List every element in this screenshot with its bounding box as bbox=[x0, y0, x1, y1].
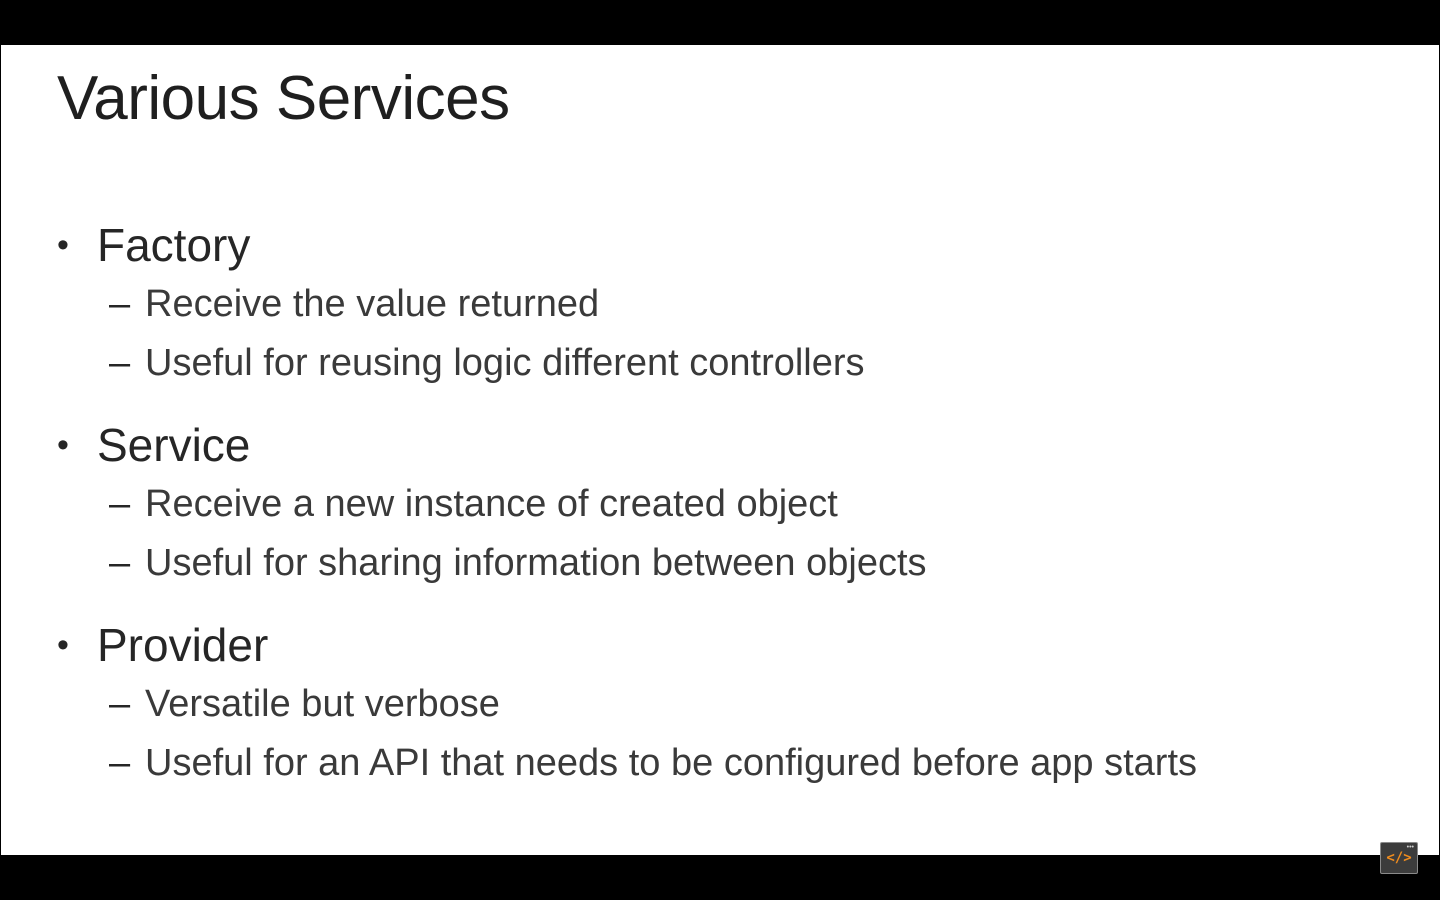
slide: Various Services • Factory – Receive the… bbox=[1, 45, 1439, 855]
bullet-label: Service bbox=[97, 419, 251, 471]
bullet-dot-icon: • bbox=[57, 225, 69, 264]
sub-list: – Receive the value returned – Useful fo… bbox=[57, 275, 1197, 393]
bullet-factory: • Factory – Receive the value returned –… bbox=[57, 215, 1197, 393]
sub-item-text: Useful for an API that needs to be confi… bbox=[145, 742, 1197, 784]
dash-icon: – bbox=[109, 542, 131, 584]
dash-icon: – bbox=[109, 342, 131, 384]
sub-list: – Receive a new instance of created obje… bbox=[57, 475, 1197, 593]
dash-icon: – bbox=[109, 683, 131, 725]
dash-icon: – bbox=[109, 742, 131, 784]
sub-item: – Versatile but verbose bbox=[109, 675, 1197, 734]
sub-item: – Useful for sharing information between… bbox=[109, 534, 1197, 593]
sub-item-text: Receive a new instance of created object bbox=[145, 483, 838, 525]
bullet-provider: • Provider – Versatile but verbose – Use… bbox=[57, 615, 1197, 793]
bullet-label: Provider bbox=[97, 619, 269, 671]
sub-item: – Receive a new instance of created obje… bbox=[109, 475, 1197, 534]
sub-item-text: Versatile but verbose bbox=[145, 683, 500, 725]
sub-item-text: Useful for reusing logic different contr… bbox=[145, 342, 865, 384]
sub-list: – Versatile but verbose – Useful for an … bbox=[57, 675, 1197, 793]
bullet-dot-icon: • bbox=[57, 425, 69, 464]
sub-item: – Receive the value returned bbox=[109, 275, 1197, 334]
sub-item: – Useful for reusing logic different con… bbox=[109, 334, 1197, 393]
sub-item: – Useful for an API that needs to be con… bbox=[109, 734, 1197, 793]
letterbox-bottom bbox=[0, 855, 1440, 900]
code-icon[interactable]: ••• </> bbox=[1380, 842, 1418, 874]
code-glyph: </> bbox=[1386, 850, 1412, 866]
bullet-service: • Service – Receive a new instance of cr… bbox=[57, 415, 1197, 593]
dash-icon: – bbox=[109, 483, 131, 525]
dash-icon: – bbox=[109, 283, 131, 325]
bullet-label: Factory bbox=[97, 219, 251, 271]
bullet-list: • Factory – Receive the value returned –… bbox=[57, 215, 1197, 793]
sub-item-text: Receive the value returned bbox=[145, 283, 600, 325]
bullet-dot-icon: • bbox=[57, 625, 69, 664]
letterbox-top bbox=[0, 0, 1440, 45]
slide-title: Various Services bbox=[57, 64, 510, 133]
sub-item-text: Useful for sharing information between o… bbox=[145, 542, 927, 584]
